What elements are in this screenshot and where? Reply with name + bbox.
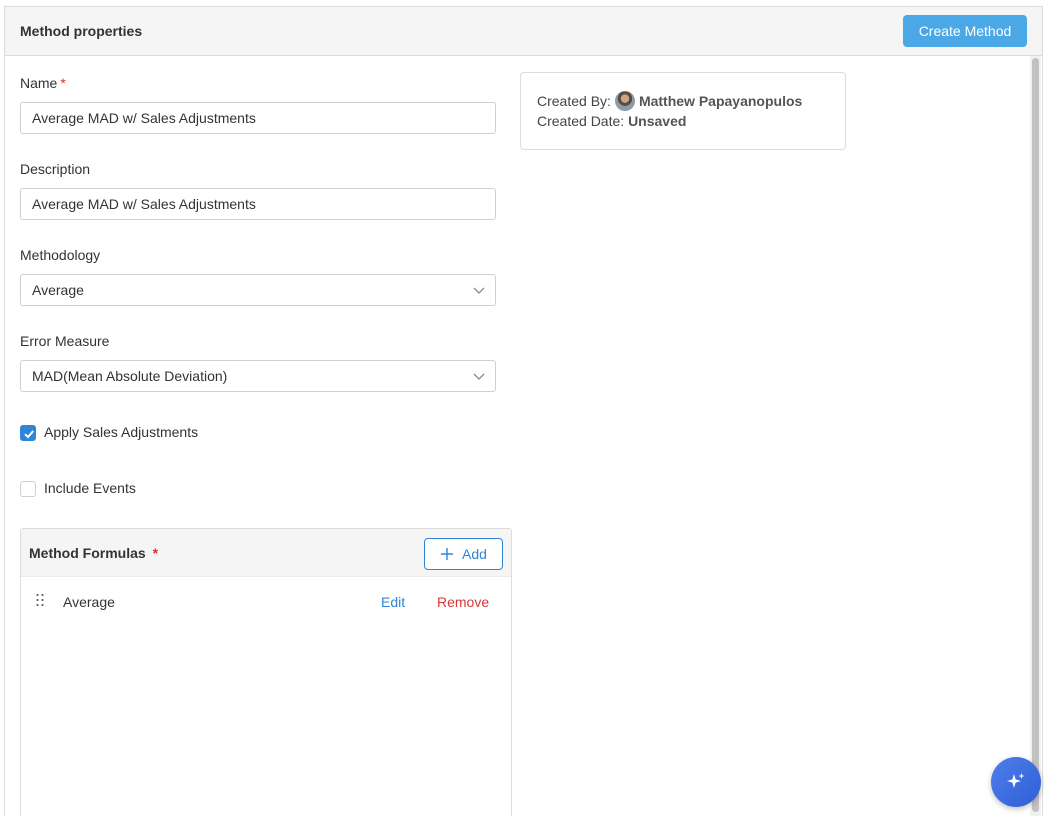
scrollbar-thumb[interactable]	[1032, 58, 1039, 812]
apply-sales-adjustments-checkbox[interactable]	[20, 425, 36, 441]
description-input[interactable]	[20, 188, 496, 220]
created-by-value: Matthew Papayanopulos	[638, 93, 803, 109]
apply-sales-adjustments-label[interactable]: Apply Sales Adjustments	[44, 424, 198, 440]
error-measure-select[interactable]: MAD(Mean Absolute Deviation)	[20, 360, 496, 392]
sparkle-icon	[1007, 773, 1025, 788]
include-events-checkbox[interactable]	[20, 481, 36, 497]
panel-title: Method properties	[20, 23, 143, 39]
required-marker: *	[152, 545, 159, 561]
drag-handle-icon[interactable]	[35, 593, 45, 607]
method-formulas-header: Method Formulas * Add	[21, 529, 511, 577]
created-by-label: Created By:	[537, 93, 611, 109]
edit-formula-link[interactable]: Edit	[381, 594, 405, 610]
panel-header: Method properties Create Method	[5, 7, 1042, 56]
check-icon	[24, 430, 34, 439]
chevron-down-icon	[473, 287, 485, 294]
add-formula-label: Add	[462, 546, 487, 562]
vertical-scrollbar[interactable]	[1030, 56, 1041, 816]
method-formulas-title: Method Formulas *	[29, 545, 158, 561]
remove-formula-link[interactable]: Remove	[437, 594, 489, 610]
method-properties-panel: Method properties Create Method Name* De…	[4, 6, 1043, 816]
formula-name: Average	[63, 594, 115, 610]
error-measure-value: MAD(Mean Absolute Deviation)	[32, 368, 228, 384]
plus-icon	[441, 548, 453, 560]
formula-row: Average Edit Remove	[21, 579, 511, 623]
method-formulas-title-text: Method Formulas	[29, 545, 146, 561]
chevron-down-icon	[473, 373, 485, 380]
add-formula-button[interactable]: Add	[424, 538, 503, 570]
create-method-button[interactable]: Create Method	[903, 15, 1027, 47]
created-date-label: Created Date:	[537, 113, 625, 129]
ai-assistant-button[interactable]	[991, 757, 1041, 807]
name-label-text: Name	[20, 75, 58, 91]
include-events-label[interactable]: Include Events	[44, 480, 136, 496]
created-by-row: Created By: Matthew Papayanopulos	[537, 91, 802, 111]
name-label: Name *	[20, 75, 66, 91]
methodology-value: Average	[32, 282, 84, 298]
created-date-value: Unsaved	[628, 113, 687, 129]
error-measure-label: Error Measure	[20, 333, 110, 349]
required-marker: *	[60, 75, 66, 91]
method-formulas-section: Method Formulas * Add Average Edit Remove	[20, 528, 512, 816]
description-label: Description	[20, 161, 91, 177]
creation-info-box: Created By: Matthew Papayanopulos Created…	[520, 72, 846, 150]
name-input[interactable]	[20, 102, 496, 134]
methodology-label: Methodology	[20, 247, 101, 263]
methodology-select[interactable]: Average	[20, 274, 496, 306]
avatar	[614, 91, 635, 111]
created-date-row: Created Date: Unsaved	[537, 113, 686, 129]
